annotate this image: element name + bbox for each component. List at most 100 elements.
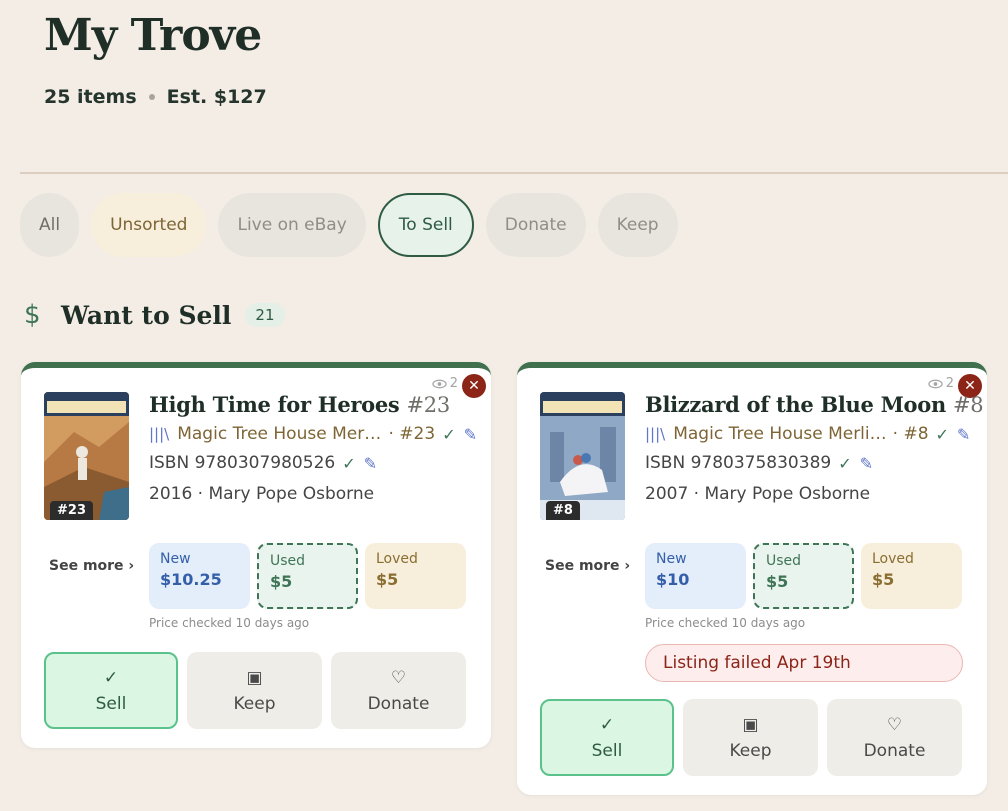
check-icon: ✓	[342, 453, 356, 473]
price-new-label: New	[160, 551, 191, 567]
view-count-value: 2	[945, 376, 954, 391]
price-checked-note: Price checked 10 days ago	[149, 616, 310, 630]
price-loved-value: $5	[872, 570, 895, 589]
library-icon: |||\	[149, 425, 170, 443]
sell-label: Sell	[95, 693, 127, 714]
publication-meta: 2007 · Mary Pope Osborne	[645, 484, 871, 504]
view-count: 2	[928, 376, 954, 391]
series-name: Magic Tree House Merli…	[673, 424, 887, 444]
item-card: 2 ✕ #8 Blizzard of the Blue Moon #8 |||\…	[517, 362, 987, 795]
section-title: Want to Sell	[61, 300, 232, 330]
check-icon: ✓	[838, 453, 852, 473]
section-count-badge: 21	[245, 303, 285, 327]
dollar-icon: $	[24, 300, 41, 330]
price-new-label: New	[656, 551, 687, 567]
see-more-link[interactable]: See more ›	[545, 558, 630, 574]
keep-button[interactable]: ▣ Keep	[187, 652, 322, 729]
book-info: High Time for Heroes #23 |||\ Magic Tree…	[149, 392, 477, 504]
isbn-row: ISBN 9780307980526 ✓ ✎	[149, 453, 477, 473]
book-cover[interactable]: #23	[44, 392, 129, 520]
price-loved-label: Loved	[376, 551, 418, 567]
view-count-value: 2	[449, 376, 458, 391]
price-checked-note: Price checked 10 days ago	[645, 616, 806, 630]
sell-button[interactable]: ✓ Sell	[540, 699, 674, 776]
header-divider	[20, 172, 1008, 174]
filter-unsorted[interactable]: Unsorted	[91, 193, 207, 257]
series-name: Magic Tree House Merl…	[177, 424, 383, 444]
price-loved[interactable]: Loved $5	[861, 543, 962, 609]
heart-icon: ♡	[390, 667, 407, 688]
keep-label: Keep	[233, 693, 276, 714]
card-actions: ✓ Sell ▣ Keep ♡ Donate	[540, 699, 962, 776]
check-icon: ✓	[103, 667, 119, 688]
price-options: New $10.25 Used $5 Loved $5	[149, 543, 466, 609]
estimated-value: Est. $127	[166, 86, 267, 108]
isbn-row: ISBN 9780375830389 ✓ ✎	[645, 453, 973, 473]
isbn: ISBN 9780307980526	[149, 453, 336, 473]
price-new[interactable]: New $10.25	[149, 543, 250, 609]
edit-pencil-icon[interactable]: ✎	[957, 425, 970, 444]
filter-all[interactable]: All	[20, 193, 80, 257]
price-loved-label: Loved	[872, 551, 914, 567]
sell-button[interactable]: ✓ Sell	[44, 652, 178, 729]
card-actions: ✓ Sell ▣ Keep ♡ Donate	[44, 652, 466, 729]
items-count: 25 items	[44, 86, 137, 108]
filter-donate[interactable]: Donate	[485, 193, 586, 257]
library-icon: |||\	[645, 425, 666, 443]
collection-summary: 25 items Est. $127	[44, 86, 267, 108]
keep-button[interactable]: ▣ Keep	[683, 699, 818, 776]
book-title-number: #23	[406, 393, 450, 417]
donate-button[interactable]: ♡ Donate	[331, 652, 466, 729]
section-header: $ Want to Sell 21	[24, 300, 285, 330]
price-loved-value: $5	[376, 570, 399, 589]
book-cover[interactable]: #8	[540, 392, 625, 520]
price-loved[interactable]: Loved $5	[365, 543, 466, 609]
cover-number-badge: #23	[50, 501, 93, 520]
heart-icon: ♡	[886, 714, 903, 735]
donate-button[interactable]: ♡ Donate	[827, 699, 962, 776]
book-title: High Time for Heroes #23	[149, 392, 477, 417]
eye-icon	[432, 379, 447, 388]
price-new-value: $10	[656, 570, 690, 589]
price-used-label: Used	[270, 553, 306, 569]
series-row: |||\ Magic Tree House Merl… · #23 ✓ ✎	[149, 424, 477, 444]
isbn: ISBN 9780375830389	[645, 453, 832, 473]
edit-pencil-icon[interactable]: ✎	[464, 425, 477, 444]
donate-label: Donate	[367, 693, 430, 714]
donate-label: Donate	[863, 740, 926, 761]
check-icon: ✓	[599, 714, 615, 735]
page-title: My Trove	[44, 10, 262, 61]
price-options: New $10 Used $5 Loved $5	[645, 543, 962, 609]
book-title-text: Blizzard of the Blue Moon	[645, 392, 946, 417]
filter-keep[interactable]: Keep	[597, 193, 678, 257]
keep-label: Keep	[729, 740, 772, 761]
filter-live-on-ebay[interactable]: Live on eBay	[218, 193, 366, 257]
cover-number-badge: #8	[546, 501, 580, 520]
bookmark-book-icon: ▣	[742, 714, 759, 735]
series-number: · #8	[892, 424, 929, 444]
series-number: · #23	[388, 424, 436, 444]
book-title-text: High Time for Heroes	[149, 392, 400, 417]
book-title: Blizzard of the Blue Moon #8	[645, 392, 984, 417]
price-used[interactable]: Used $5	[753, 543, 854, 609]
see-more-link[interactable]: See more ›	[49, 558, 134, 574]
edit-pencil-icon[interactable]: ✎	[364, 454, 377, 473]
separator-dot	[148, 94, 155, 100]
price-new-value: $10.25	[160, 570, 222, 589]
sell-label: Sell	[591, 740, 623, 761]
price-used-value: $5	[766, 572, 789, 591]
price-used-value: $5	[270, 572, 293, 591]
filter-pills: All Unsorted Live on eBay To Sell Donate…	[20, 193, 678, 257]
price-used-label: Used	[766, 553, 802, 569]
price-used[interactable]: Used $5	[257, 543, 358, 609]
book-title-number: #8	[952, 393, 984, 417]
publication-meta: 2016 · Mary Pope Osborne	[149, 484, 375, 504]
item-card: 2 ✕ #23 High Time for Heroes #23 |||\ Ma…	[21, 362, 491, 748]
book-info: Blizzard of the Blue Moon #8 |||\ Magic …	[645, 392, 984, 504]
edit-pencil-icon[interactable]: ✎	[860, 454, 873, 473]
price-new[interactable]: New $10	[645, 543, 746, 609]
listing-status-badge: Listing failed Apr 19th	[645, 644, 963, 682]
series-row: |||\ Magic Tree House Merli… · #8 ✓ ✎	[645, 424, 973, 444]
filter-to-sell[interactable]: To Sell	[377, 193, 474, 257]
check-icon: ✓	[935, 424, 949, 444]
